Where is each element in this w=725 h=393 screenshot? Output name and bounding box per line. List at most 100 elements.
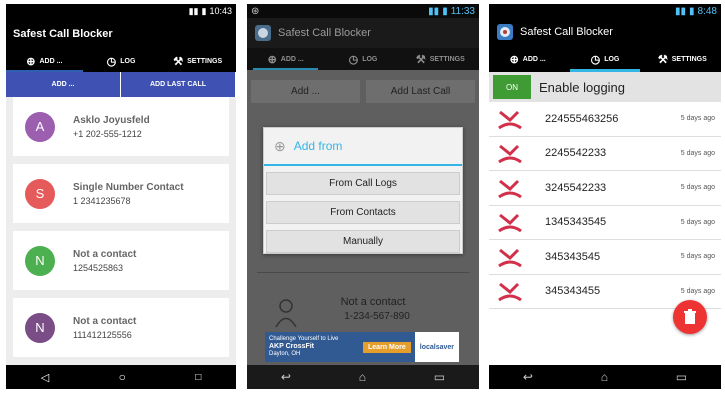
clock-icon: ◷ <box>590 53 601 66</box>
log-time: 5 days ago <box>680 149 715 157</box>
signal-icon: ▮▮ <box>675 5 687 17</box>
app-logo-icon <box>497 24 513 40</box>
add-buttons: ADD ... ADD LAST CALL <box>6 72 236 97</box>
dialog-header: ⊕ Add from <box>264 128 462 166</box>
status-time: 11:33 <box>450 5 475 17</box>
tab-add[interactable]: ⊕ ADD ... <box>247 48 324 70</box>
log-time: 5 days ago <box>680 184 715 192</box>
tab-settings[interactable]: ⚒ SETTINGS <box>402 48 479 70</box>
log-number: 345343545 <box>545 250 601 263</box>
ad-brand-logo: localsaver <box>414 332 459 362</box>
list-item[interactable]: A Asklo Joyusfeld +1 202-555-1212 <box>13 97 229 156</box>
nav-bar: ↩ ⌂ ▭ <box>489 365 721 389</box>
tab-add[interactable]: ⊕ ADD ... <box>6 50 83 72</box>
signal-icon: ▮▮ <box>188 5 199 16</box>
logging-label: Enable logging <box>539 79 626 95</box>
action-bar: Safest Call Blocker <box>247 18 479 48</box>
clock-icon: ◷ <box>106 55 117 68</box>
wrench-icon: ⚒ <box>415 53 426 66</box>
home-icon[interactable]: ⌂ <box>359 370 366 384</box>
action-bar: Safest Call Blocker <box>6 18 236 50</box>
contact-number: 1 2341235678 <box>73 195 131 206</box>
plus-circle-icon: ⊕ <box>509 53 519 66</box>
wrench-icon: ⚒ <box>173 55 184 68</box>
add-last-call-button[interactable]: ADD LAST CALL <box>121 72 236 97</box>
list-item[interactable]: 345343545 5 days ago <box>489 240 721 275</box>
log-number: 2245542233 <box>545 147 607 160</box>
clock-icon: ◷ <box>348 53 359 66</box>
manually-button[interactable]: Manually <box>266 230 460 253</box>
tab-add[interactable]: ⊕ ADD ... <box>489 46 566 72</box>
blocked-call-icon <box>498 283 522 302</box>
avatar: N <box>25 312 55 343</box>
status-bar: ▮▮ ▮ 8:48 <box>489 4 721 18</box>
back-icon[interactable]: ↩ <box>281 370 291 384</box>
delete-log-button[interactable] <box>673 300 707 334</box>
tab-settings[interactable]: ⚒ SETTINGS <box>159 50 236 72</box>
recents-icon[interactable]: ▭ <box>676 370 687 384</box>
back-icon[interactable]: ◁ <box>41 371 49 384</box>
list-item[interactable]: N Not a contact 111412125556 <box>13 298 229 357</box>
log-list: 224555463256 5 days ago 2245542233 5 day… <box>489 102 721 309</box>
ad-banner[interactable]: Challenge Yourself to Live AKP CrossFit … <box>265 332 459 362</box>
log-number: 224555463256 <box>545 112 619 125</box>
list-item[interactable]: N Not a contact 1254525863 <box>13 231 229 290</box>
add-buttons: Add ... Add Last Call <box>247 70 479 103</box>
list-item[interactable]: S Single Number Contact 1 2341235678 <box>13 164 229 223</box>
action-bar: Safest Call Blocker <box>489 18 721 46</box>
from-contacts-button[interactable]: From Contacts <box>266 201 460 224</box>
ad-learn-more-button[interactable]: Learn More <box>363 341 411 353</box>
recents-icon[interactable]: □ <box>195 372 201 383</box>
add-from-dialog: ⊕ Add from From Call Logs From Contacts … <box>263 127 463 254</box>
blocked-call-icon <box>498 179 522 198</box>
logging-row: ON Enable logging <box>489 72 721 102</box>
tab-bar: ⊕ ADD ... ◷ LOG ⚒ SETTINGS <box>247 48 479 70</box>
contact-number: 1-234-567-890 <box>344 311 410 322</box>
app-title: Safest Call Blocker <box>278 27 371 39</box>
home-icon[interactable]: ⌂ <box>601 370 608 384</box>
home-icon[interactable]: ○ <box>119 370 126 384</box>
divider <box>257 272 469 273</box>
tab-bar: ⊕ ADD ... ◷ LOG ⚒ SETTINGS <box>489 46 721 72</box>
tab-settings[interactable]: ⚒ SETTINGS <box>644 46 721 72</box>
contact-name: Not a contact <box>73 315 137 327</box>
add-last-call-button[interactable]: Add Last Call <box>366 80 475 103</box>
avatar: A <box>25 111 55 142</box>
list-item[interactable]: 1345343545 5 days ago <box>489 206 721 240</box>
contact-number: 111412125556 <box>73 329 132 340</box>
list-item[interactable]: 2245542233 5 days ago <box>489 137 721 171</box>
tab-log[interactable]: ◷ LOG <box>83 50 160 72</box>
screen-log: ▮▮ ▮ 8:48 Safest Call Blocker ⊕ ADD ... ◷… <box>489 4 721 389</box>
contact-number: +1 202-555-1212 <box>73 128 142 139</box>
avatar: N <box>25 245 55 276</box>
tab-bar: ⊕ ADD ... ◷ LOG ⚒ SETTINGS <box>6 50 236 72</box>
tab-log[interactable]: ◷ LOG <box>324 48 401 70</box>
avatar: S <box>25 178 55 209</box>
app-title: Safest Call Blocker <box>520 26 613 38</box>
blocked-call-icon <box>498 110 522 129</box>
log-time: 5 days ago <box>680 287 715 295</box>
contact-name: Asklo Joyusfeld <box>73 114 150 126</box>
log-time: 5 days ago <box>680 218 715 226</box>
ad-line3: Dayton, OH <box>269 351 301 358</box>
list-item[interactable]: 3245542233 5 days ago <box>489 171 721 206</box>
list-item[interactable]: 224555463256 5 days ago <box>489 102 721 137</box>
contact-entry: Not a contact 1-234-567-890 <box>247 296 479 322</box>
status-bar: ▮▮ ▮ 10:43 <box>6 4 236 18</box>
tab-log[interactable]: ◷ LOG <box>566 46 643 72</box>
log-time: 5 days ago <box>680 253 715 261</box>
log-number: 345343455 <box>545 285 601 298</box>
logging-switch[interactable]: ON <box>493 75 531 99</box>
nav-bar: ◁ ○ □ <box>6 365 236 389</box>
blocked-call-icon <box>498 145 522 164</box>
recents-icon[interactable]: ▭ <box>434 370 445 384</box>
from-call-logs-button[interactable]: From Call Logs <box>266 172 460 195</box>
contact-list: A Asklo Joyusfeld +1 202-555-1212 S Singl… <box>6 97 236 357</box>
add-button[interactable]: Add ... <box>251 80 360 103</box>
add-button[interactable]: ADD ... <box>6 72 121 97</box>
blocked-call-icon <box>498 214 522 233</box>
log-number: 1345343545 <box>545 216 607 229</box>
status-time: 8:48 <box>697 5 717 17</box>
screen-add-dialog: ⊛ ▮▮ ▮ 11:33 Safest Call Blocker ⊕ ADD ..… <box>247 4 479 389</box>
back-icon[interactable]: ↩ <box>523 370 533 384</box>
